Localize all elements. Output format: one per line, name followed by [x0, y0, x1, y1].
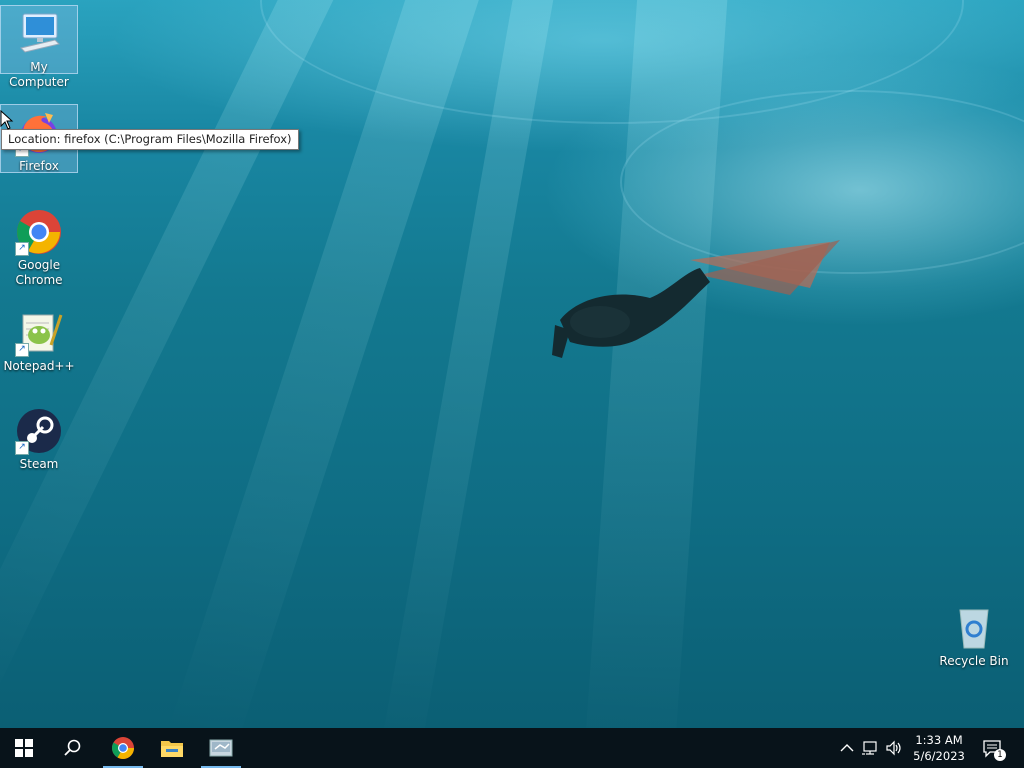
- icon-label: Firefox: [19, 159, 59, 173]
- windows-logo-icon: [15, 739, 33, 757]
- search-icon: [64, 739, 81, 756]
- network-window-icon: [209, 739, 233, 757]
- diver-silhouette: [552, 240, 840, 358]
- desktop-icon-steam[interactable]: ↗ Steam: [1, 403, 77, 474]
- taskbar-app-button[interactable]: [201, 728, 241, 768]
- search-button[interactable]: [52, 728, 92, 768]
- desktop-icon-my-computer[interactable]: My Computer: [0, 5, 78, 89]
- mouse-cursor-icon: [0, 110, 14, 130]
- shortcut-arrow-icon: ↗: [15, 441, 29, 455]
- desktop-icon-google-chrome[interactable]: ↗ Google Chrome: [1, 204, 77, 290]
- chrome-icon: ↗: [15, 208, 63, 256]
- desktop-wallpaper[interactable]: My Computer ↗ Firefox ↗ Google Chrome: [0, 0, 1024, 728]
- shortcut-arrow-icon: ↗: [15, 242, 29, 256]
- start-button[interactable]: [4, 728, 44, 768]
- recycle-bin-icon: [950, 604, 998, 652]
- clock-time: 1:33 AM: [915, 733, 963, 747]
- icon-label: Notepad++: [3, 359, 75, 373]
- icon-label: Google Chrome: [15, 258, 63, 287]
- chrome-icon: [112, 737, 134, 759]
- icon-tooltip: Location: firefox (C:\Program Files\Mozi…: [1, 129, 299, 150]
- taskbar-chrome-button[interactable]: [103, 728, 143, 768]
- system-clock[interactable]: 1:33 AM 5/6/2023: [904, 732, 974, 764]
- icon-label: My Computer: [9, 60, 69, 89]
- steam-icon: ↗: [15, 407, 63, 455]
- clock-date: 5/6/2023: [913, 749, 965, 763]
- network-icon[interactable]: [862, 740, 878, 756]
- taskbar: 1:33 AM 5/6/2023 1: [0, 728, 1024, 768]
- volume-icon[interactable]: [885, 740, 901, 756]
- desktop-icon-recycle-bin[interactable]: Recycle Bin: [936, 600, 1012, 671]
- taskbar-file-explorer-button[interactable]: [152, 728, 192, 768]
- chevron-up-icon[interactable]: [839, 740, 855, 756]
- icon-label: Steam: [19, 457, 59, 471]
- icon-label: Recycle Bin: [939, 654, 1009, 668]
- action-center-button[interactable]: 1: [982, 738, 1006, 761]
- computer-icon: [15, 10, 63, 58]
- notification-count-badge: 1: [994, 749, 1006, 761]
- folder-icon: [161, 741, 183, 757]
- shortcut-arrow-icon: ↗: [15, 343, 29, 357]
- desktop-icon-notepad-plus-plus[interactable]: ↗ Notepad++: [1, 305, 77, 376]
- notepad-plus-plus-icon: ↗: [15, 309, 63, 357]
